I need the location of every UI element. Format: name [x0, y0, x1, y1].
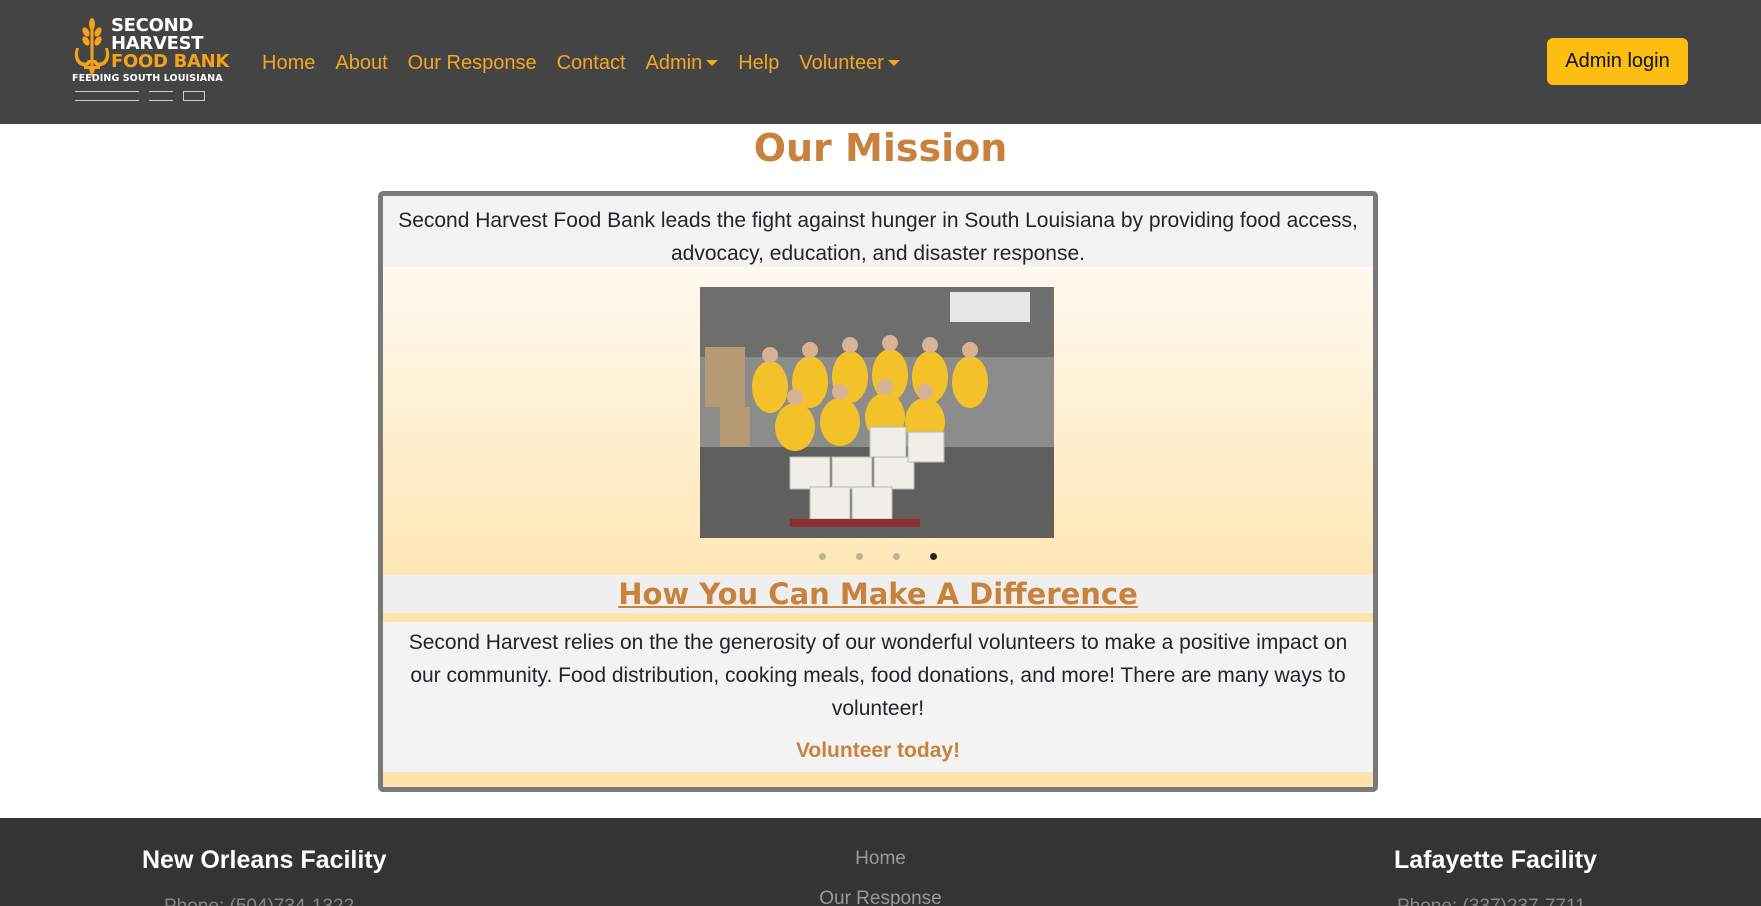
- make-a-difference-link[interactable]: How You Can Make A Difference: [383, 575, 1373, 613]
- nav-contact-label: Contact: [556, 51, 626, 74]
- carousel-indicators: [383, 553, 1373, 560]
- logo-tagline: FEEDING SOUTH LOUISIANA: [72, 73, 223, 84]
- volunteer-today-link[interactable]: Volunteer today!: [383, 739, 1373, 763]
- footer: New Orleans Facility Phone: (504)734-132…: [0, 818, 1761, 906]
- caret-down-icon: [887, 60, 900, 66]
- carousel-indicator[interactable]: [856, 553, 863, 560]
- admin-login-button[interactable]: Admin login: [1547, 38, 1688, 85]
- volunteers-photo: [700, 287, 1054, 538]
- nav-volunteer-dropdown[interactable]: Volunteer: [799, 52, 900, 75]
- page-title: Our Mission: [753, 126, 1008, 170]
- mission-statement: Second Harvest Food Bank leads the fight…: [398, 209, 1358, 265]
- bottom-strip: [383, 772, 1373, 787]
- lafayette-phone: Phone: (337)237-7711: [1397, 896, 1586, 906]
- nav-about-label: About: [335, 51, 388, 74]
- nav-home-label: Home: [262, 51, 316, 74]
- carousel-indicator[interactable]: [893, 553, 900, 560]
- partner-logos: [75, 91, 205, 105]
- carousel-indicator[interactable]: [819, 553, 826, 560]
- nav-volunteer-label: Volunteer: [799, 51, 884, 74]
- divider-strip: [383, 613, 1373, 622]
- nav-home[interactable]: Home: [262, 52, 315, 75]
- photo-carousel[interactable]: [383, 267, 1373, 575]
- partner-logo-feeding-america-icon: [149, 91, 173, 101]
- mission-panel: Second Harvest Food Bank leads the fight…: [378, 191, 1378, 792]
- partner-logo-new-orleans-icon: [75, 91, 139, 101]
- carousel-indicator-active[interactable]: [930, 553, 937, 560]
- nav-our-response[interactable]: Our Response: [408, 52, 537, 75]
- nav-our-response-label: Our Response: [407, 51, 537, 74]
- logo-line-food-bank: FOOD BANK: [111, 51, 230, 72]
- site-logo[interactable]: SECOND HARVEST FOOD BANK FEEDING SOUTH L…: [70, 16, 230, 108]
- volunteers-photo-image: [700, 287, 1054, 538]
- nav-help[interactable]: Help: [738, 52, 779, 75]
- navbar: SECOND HARVEST FOOD BANK FEEDING SOUTH L…: [0, 0, 1761, 124]
- nav-admin-dropdown[interactable]: Admin: [646, 52, 719, 75]
- caret-down-icon: [706, 60, 719, 66]
- nav-about[interactable]: About: [335, 52, 387, 75]
- nav-admin-label: Admin: [645, 51, 703, 74]
- wheat-logo-icon: [74, 18, 110, 78]
- partner-logo-united-way-icon: [183, 91, 205, 101]
- lafayette-facility-title: Lafayette Facility: [1394, 846, 1597, 874]
- main-nav: Home About Our Response Contact Admin He…: [262, 48, 920, 78]
- nav-help-label: Help: [738, 51, 780, 74]
- nav-contact[interactable]: Contact: [557, 52, 626, 75]
